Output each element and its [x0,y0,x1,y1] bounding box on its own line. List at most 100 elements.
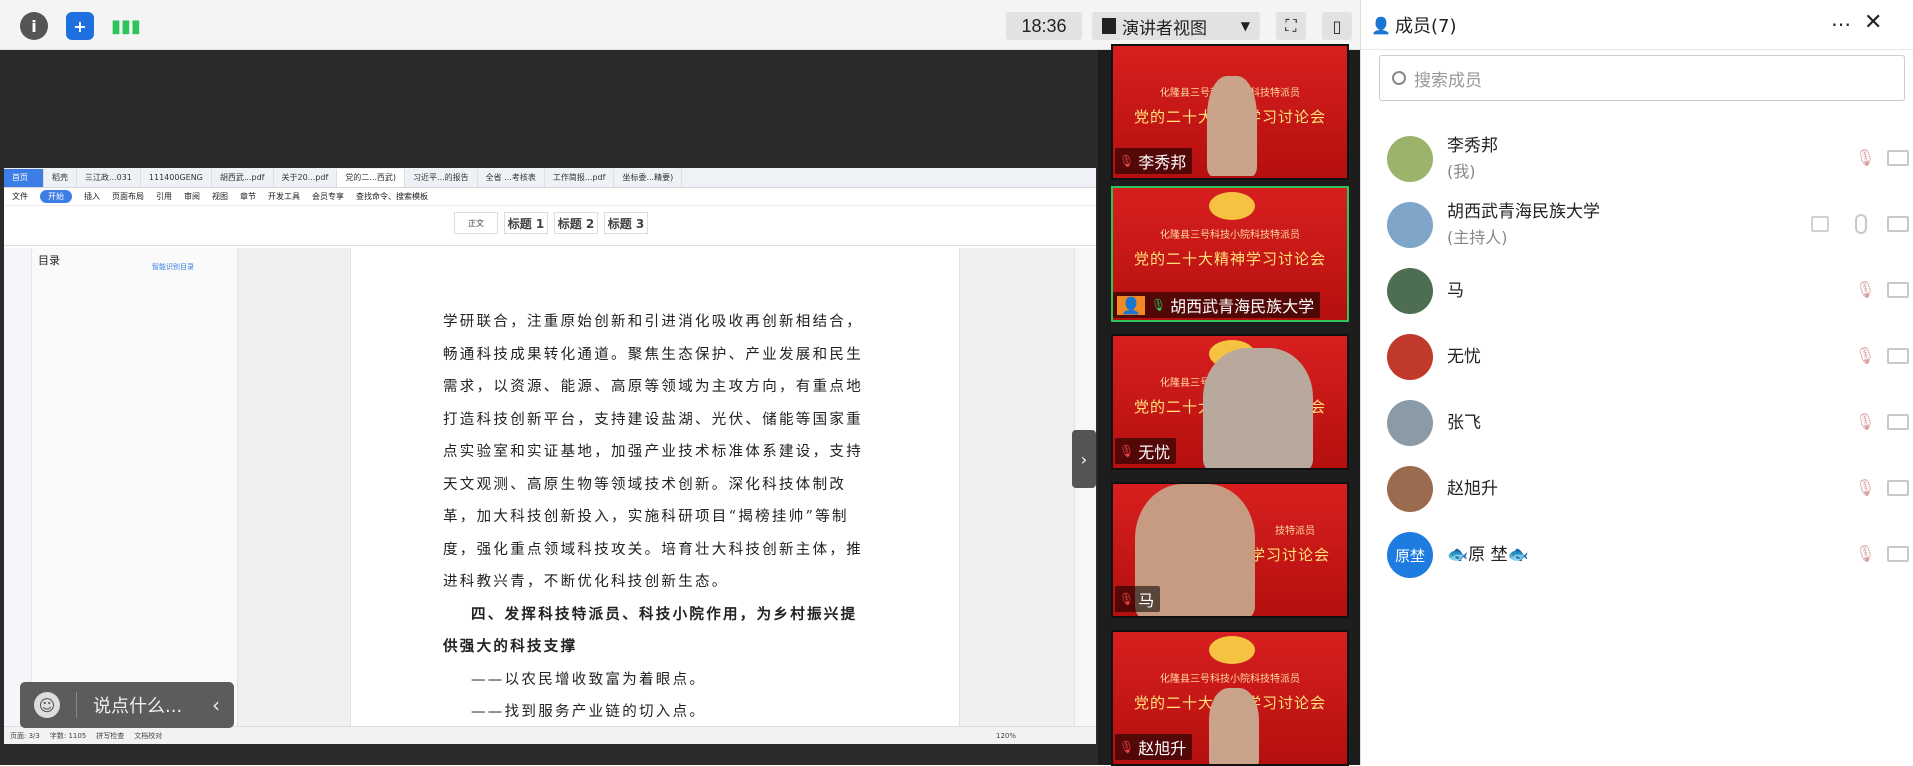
member-role: (我) [1447,162,1476,181]
member-row[interactable]: 无忧 🎙 [1387,330,1909,384]
mic-muted-icon[interactable]: 🎙 [1855,544,1875,566]
collapse-strip-button[interactable]: › [1072,430,1096,488]
mic-muted-icon: 🎙 [1119,592,1135,606]
avatar [1387,400,1433,446]
chat-input-bar[interactable]: ☺ 说点什么... ‹ [20,682,234,728]
menu-item[interactable]: 视图 [212,191,228,202]
nav-pane [4,248,32,726]
camera-icon[interactable] [1887,150,1909,166]
panel-title: 成员(7) [1395,15,1457,37]
screen-share-icon[interactable] [1811,216,1829,232]
mic-muted-icon[interactable]: 🎙 [1855,346,1875,368]
menu-item[interactable]: 开发工具 [268,191,300,202]
menu-item[interactable]: 文件 [12,191,28,202]
chat-placeholder: 说点什么... [93,696,183,717]
wps-tab[interactable]: 党的二...西武) [337,168,406,187]
camera-icon[interactable] [1887,414,1909,430]
wps-tab[interactable]: 全省 ...考核表 [478,168,545,187]
wps-tab-bar: 首页 稻壳 三江政...031 111400GENG 胡西武...pdf 关于2… [4,168,1096,188]
member-name: 赵旭升 [1447,479,1498,499]
member-row[interactable]: 原埜 🐟原 埜🐟 🎙 [1387,528,1909,582]
avatar [1387,136,1433,182]
wps-tab[interactable]: 关于20...pdf [274,168,338,187]
document-page[interactable]: 学研联合，注重原始创新和引进消化吸收再创新相结合，畅通科技成果转化通道。聚焦生态… [350,248,960,726]
menu-item[interactable]: 插入 [84,191,100,202]
member-row[interactable]: 胡西武青海民族大学 (主持人) [1387,198,1909,252]
style-heading3[interactable]: 标题 3 [604,212,648,234]
video-name-tag: 🎙 无忧 [1115,438,1177,464]
mic-muted-icon[interactable]: 🎙 [1855,280,1875,302]
member-row[interactable]: 张飞 🎙 [1387,396,1909,450]
view-mode-button[interactable]: 演讲者视图 ▼ [1092,12,1260,40]
spell-check[interactable]: 拼写检查 [96,731,124,741]
wps-tab[interactable]: 111400GENG [141,168,212,187]
layout-icon [1102,18,1116,34]
paragraph: 学研联合，注重原始创新和引进消化吸收再创新相结合，畅通科技成果转化通道。聚焦生态… [443,314,863,590]
member-name: 李秀邦 [1447,136,1498,156]
menu-item[interactable]: 审阅 [184,191,200,202]
mic-muted-icon: 🎙 [1119,154,1135,168]
more-icon[interactable]: ⋯ [1831,12,1852,36]
menu-item[interactable]: 引用 [156,191,172,202]
video-banner-sub: 技特派员 [1275,526,1315,537]
wps-tab[interactable]: 胡西武...pdf [212,168,274,187]
style-heading2[interactable]: 标题 2 [554,212,598,234]
video-tile[interactable]: 化隆县三号科技小院科技特派员 党的二十大精神学习讨论会 🎙赵旭升 [1111,630,1349,766]
camera-icon[interactable] [1887,216,1909,232]
sidebar-toggle-icon[interactable]: ▯ [1322,12,1352,40]
wps-tab[interactable]: 习近平...的报告 [405,168,478,187]
member-row[interactable]: 马 🎙 [1387,264,1909,318]
emoji-icon[interactable]: ☺ [34,692,60,718]
chevron-left-icon[interactable]: ‹ [212,693,220,717]
menu-item[interactable]: 章节 [240,191,256,202]
wps-ribbon: 正文 标题 1 标题 2 标题 3 [4,206,1096,246]
menu-item[interactable]: 会员专享 [312,191,344,202]
emblem-icon [1209,192,1255,220]
fullscreen-icon[interactable]: ⛶ [1276,12,1306,40]
video-tile[interactable]: 化隆县三号科技小院科技特派员 党的二十大精神学习讨论会 👤 🎙 胡西武青海民族大学 [1111,186,1349,322]
wps-tab[interactable]: 坐标委...精要) [614,168,683,187]
camera-icon[interactable] [1887,480,1909,496]
member-row[interactable]: 李秀邦 (我) 🎙 [1387,132,1909,186]
wps-tab[interactable]: 稻壳 [44,168,77,187]
camera-off-icon[interactable] [1887,546,1909,562]
camera-icon[interactable] [1887,282,1909,298]
divider [76,692,77,718]
avatar [1387,334,1433,380]
style-heading1[interactable]: 标题 1 [504,212,548,234]
member-search-input[interactable]: 搜索成员 [1379,55,1905,101]
participant-figure [1203,348,1313,468]
member-name: 🐟原 埜🐟 [1447,545,1529,565]
signal-icon[interactable]: ▮▮▮ [111,12,141,40]
menu-item[interactable]: 页面布局 [112,191,144,202]
toc-auto-button[interactable]: 智能识别目录 [152,262,194,272]
search-placeholder: 搜索成员 [1414,70,1482,91]
toc-pane: 目录 智能识别目录 [32,248,238,726]
video-tile[interactable]: 化隆县三号科技小院科技特派员 党的二十大精神学习讨论会 🎙李秀邦 [1111,44,1349,180]
mic-muted-icon[interactable]: 🎙 [1855,412,1875,434]
mic-muted-icon[interactable]: 🎙 [1855,148,1875,170]
person-icon: 👤 [1371,15,1391,35]
panel-header: 👤 成员(7) ⋯ ✕ [1361,0,1913,50]
camera-icon[interactable] [1887,348,1909,364]
wps-tab[interactable]: 三江政...031 [77,168,141,187]
info-icon[interactable]: i [20,12,48,40]
wps-tab[interactable]: 首页 [4,168,44,187]
video-banner-title: 党的二十大精神学习讨论会 [1133,250,1326,268]
doc-proofread[interactable]: 文档校对 [134,731,162,741]
video-banner-sub: 化隆县三号科技小院科技特派员 [1160,674,1300,685]
mic-icon[interactable] [1855,214,1867,234]
mic-muted-icon[interactable]: 🎙 [1855,478,1875,500]
shield-icon[interactable]: + [66,12,94,40]
video-tile[interactable]: 技特派员 学习讨论会 🎙 马 [1111,482,1349,618]
video-tile[interactable]: 化隆县三号科技小院科技特派员 党的二十大精神学习讨论会 🎙无忧 [1111,334,1349,470]
style-normal[interactable]: 正文 [454,212,498,234]
zoom-level[interactable]: 120% [996,732,1016,740]
member-row[interactable]: 赵旭升 🎙 [1387,462,1909,516]
menu-item[interactable]: 查找命令、搜索模板 [356,191,428,202]
wps-tab[interactable]: 工作简报...pdf [545,168,615,187]
mic-on-icon: 🎙 [1150,298,1167,312]
close-icon[interactable]: ✕ [1864,10,1882,35]
wps-statusbar: 页面: 3/3 字数: 1105 拼写检查 文档校对 120% [4,726,1096,744]
menu-item[interactable]: 开始 [40,190,72,203]
